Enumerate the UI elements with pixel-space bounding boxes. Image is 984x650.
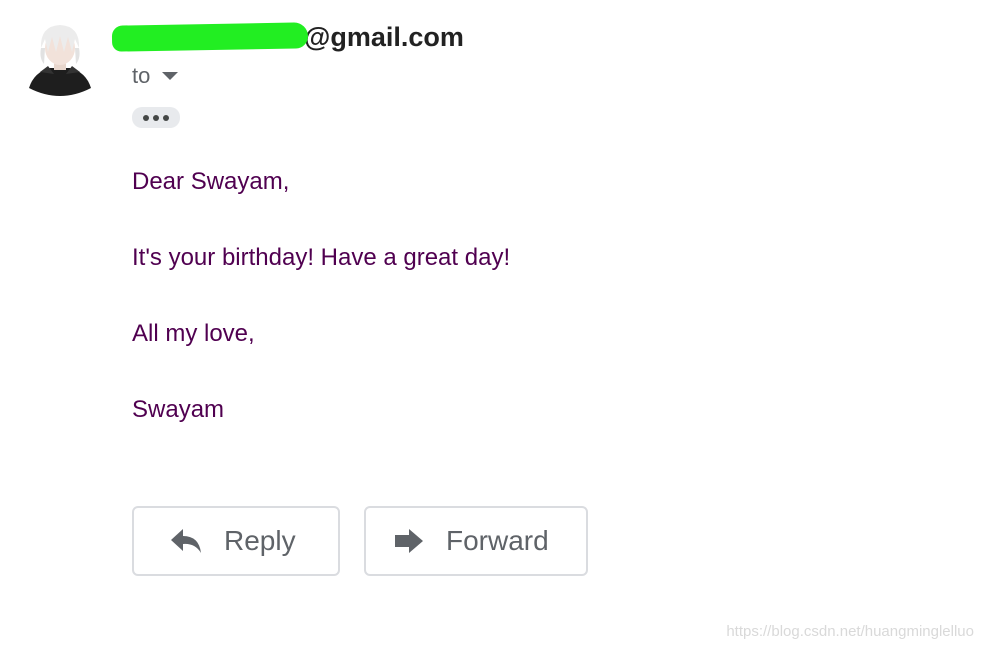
- reply-button[interactable]: Reply: [132, 506, 340, 576]
- reply-label: Reply: [224, 525, 296, 556]
- more-horizontal-icon: [143, 114, 149, 121]
- forward-arrow-icon: [394, 528, 424, 554]
- email-signature: Swayam: [132, 396, 225, 423]
- reply-arrow-icon: [170, 528, 202, 554]
- recipient-label: to: [132, 63, 151, 88]
- email-message: It's your birthday! Have a great day!: [132, 244, 511, 271]
- watermark: https://blog.csdn.net/huangminglelluo: [726, 623, 974, 640]
- sender-address: @gmail.com: [111, 20, 464, 54]
- avatar[interactable]: [28, 22, 92, 96]
- chevron-down-icon[interactable]: [162, 72, 179, 80]
- forward-label: Forward: [446, 525, 549, 556]
- recipient-details-toggle[interactable]: to: [132, 62, 179, 90]
- forward-button[interactable]: Forward: [364, 506, 588, 576]
- email-signoff: All my love,: [132, 320, 255, 347]
- sender-domain: @gmail.com: [304, 21, 464, 52]
- redaction-mark: [111, 22, 309, 52]
- more-dot: [163, 114, 169, 121]
- more-dot: [153, 114, 159, 121]
- show-trimmed-content-button[interactable]: [132, 107, 180, 128]
- email-greeting: Dear Swayam,: [132, 168, 290, 195]
